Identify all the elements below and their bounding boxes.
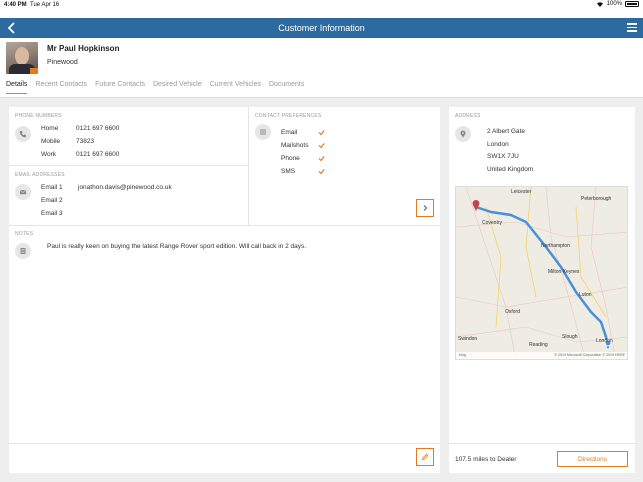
map-label-luton: Luton	[579, 292, 592, 298]
customer-header: Mr Paul Hopkinson Pinewood Details Recen…	[0, 38, 643, 98]
phone-value-mobile[interactable]: 73823	[76, 138, 94, 145]
phone-label-mobile: Mobile	[41, 138, 61, 145]
phone-value-work[interactable]: 0121 697 6600	[76, 151, 119, 158]
customer-site: Pinewood	[47, 59, 78, 66]
map-attribution: bing © 2019 Microsoft Corporation © 2019…	[456, 352, 627, 359]
map-label-northampton: Northampton	[541, 243, 570, 249]
pref-label-phone: Phone	[281, 155, 300, 162]
edit-button[interactable]	[416, 448, 434, 466]
tab-future-contacts[interactable]: Future Contacts	[95, 81, 145, 94]
phone-icon	[15, 126, 31, 142]
address-line-3: SW1X 7JU	[487, 153, 519, 160]
status-bar: 4:40 PM Tue Apr 16 100%	[0, 0, 643, 18]
customer-avatar	[6, 42, 38, 74]
map-label-peterborough: Peterborough	[581, 196, 612, 202]
contact-preferences-heading: CONTACT PREFERENCES	[255, 113, 322, 119]
tab-details[interactable]: Details	[6, 81, 28, 94]
next-chevron-button[interactable]	[416, 199, 434, 217]
tab-current-vehicles[interactable]: Current Vehicles	[210, 81, 261, 94]
map-label-oxford: Oxford	[505, 309, 521, 315]
distance-to-dealer: 107.5 miles to Dealer	[455, 456, 517, 463]
bing-logo: bing	[459, 353, 466, 357]
email-label-1: Email 1	[41, 184, 63, 191]
address-heading: ADDRESS	[455, 113, 481, 119]
tab-documents[interactable]: Documents	[269, 81, 304, 94]
wifi-icon	[596, 2, 603, 7]
pref-label-email: Email	[281, 129, 298, 136]
address-line-2: London	[487, 141, 509, 148]
map-label-london: London	[596, 338, 613, 344]
nav-bar: Customer Information	[0, 18, 643, 38]
battery-percent: 100%	[606, 1, 622, 7]
tab-recent-contacts[interactable]: Recent Contacts	[35, 81, 87, 94]
map-label-leicester: Leicester	[511, 189, 532, 195]
status-right: 100%	[596, 1, 639, 7]
page-title: Customer Information	[278, 23, 365, 33]
checkmark-icon[interactable]	[318, 129, 325, 136]
checkmark-icon[interactable]	[318, 155, 325, 162]
route-map[interactable]: Leicester Peterborough Coventry Northamp…	[455, 186, 628, 360]
divider	[9, 165, 248, 166]
chevron-right-icon	[423, 205, 428, 211]
map-copyright: © 2019 Microsoft Corporation © 2019 HERE	[554, 353, 625, 357]
checkmark-icon[interactable]	[318, 142, 325, 149]
divider	[248, 107, 249, 225]
tab-bar: Details Recent Contacts Future Contacts …	[6, 81, 304, 94]
directions-button[interactable]: Directions	[557, 451, 628, 467]
email-label-3: Email 3	[41, 210, 63, 217]
preferences-icon	[255, 124, 271, 140]
divider	[9, 443, 440, 444]
notes-icon	[15, 243, 31, 259]
phone-label-home: Home	[41, 125, 59, 132]
map-label-reading: Reading	[529, 342, 548, 348]
status-time: 4:40 PM	[4, 2, 27, 8]
battery-icon	[625, 1, 639, 7]
pref-label-sms: SMS	[281, 168, 296, 175]
checkmark-icon[interactable]	[318, 168, 325, 175]
location-pin-icon	[455, 126, 471, 142]
map-label-coventry: Coventry	[482, 220, 503, 226]
phone-label-work: Work	[41, 151, 57, 158]
map-label-milton-keynes: Milton Keynes	[548, 269, 580, 275]
pref-label-mailshots: Mailshots	[281, 142, 309, 149]
details-panel: PHONE NUMBERS Home 0121 697 6600 Mobile …	[9, 107, 440, 473]
phone-value-home[interactable]: 0121 697 6600	[76, 125, 119, 132]
envelope-icon	[15, 184, 31, 200]
notes-text: Paul is really keen on buying the latest…	[47, 243, 307, 250]
address-line-4: United Kingdom	[487, 166, 534, 173]
email-value-1[interactable]: jonathon.davis@pinewood.co.uk	[78, 184, 172, 191]
id-badge-icon	[30, 68, 38, 74]
notes-heading: NOTES	[15, 231, 34, 237]
phone-numbers-heading: PHONE NUMBERS	[15, 113, 62, 119]
status-date: Tue Apr 16	[30, 2, 60, 8]
map-label-swindon: Swindon	[458, 336, 478, 342]
customer-name: Mr Paul Hopkinson	[47, 44, 120, 53]
divider	[9, 225, 440, 226]
map-label-slough: Slough	[562, 334, 578, 340]
divider	[449, 443, 635, 444]
address-line-1: 2 Albert Gate	[487, 128, 525, 135]
address-panel: ADDRESS 2 Albert Gate London SW1X 7JU Un…	[449, 107, 635, 473]
email-label-2: Email 2	[41, 197, 63, 204]
email-addresses-heading: EMAIL ADDRESSES	[15, 172, 65, 178]
pencil-icon	[421, 453, 429, 461]
hamburger-menu-icon[interactable]	[627, 23, 637, 32]
map-graphic	[456, 187, 627, 359]
tab-desired-vehicle[interactable]: Desired Vehicle	[153, 81, 202, 94]
